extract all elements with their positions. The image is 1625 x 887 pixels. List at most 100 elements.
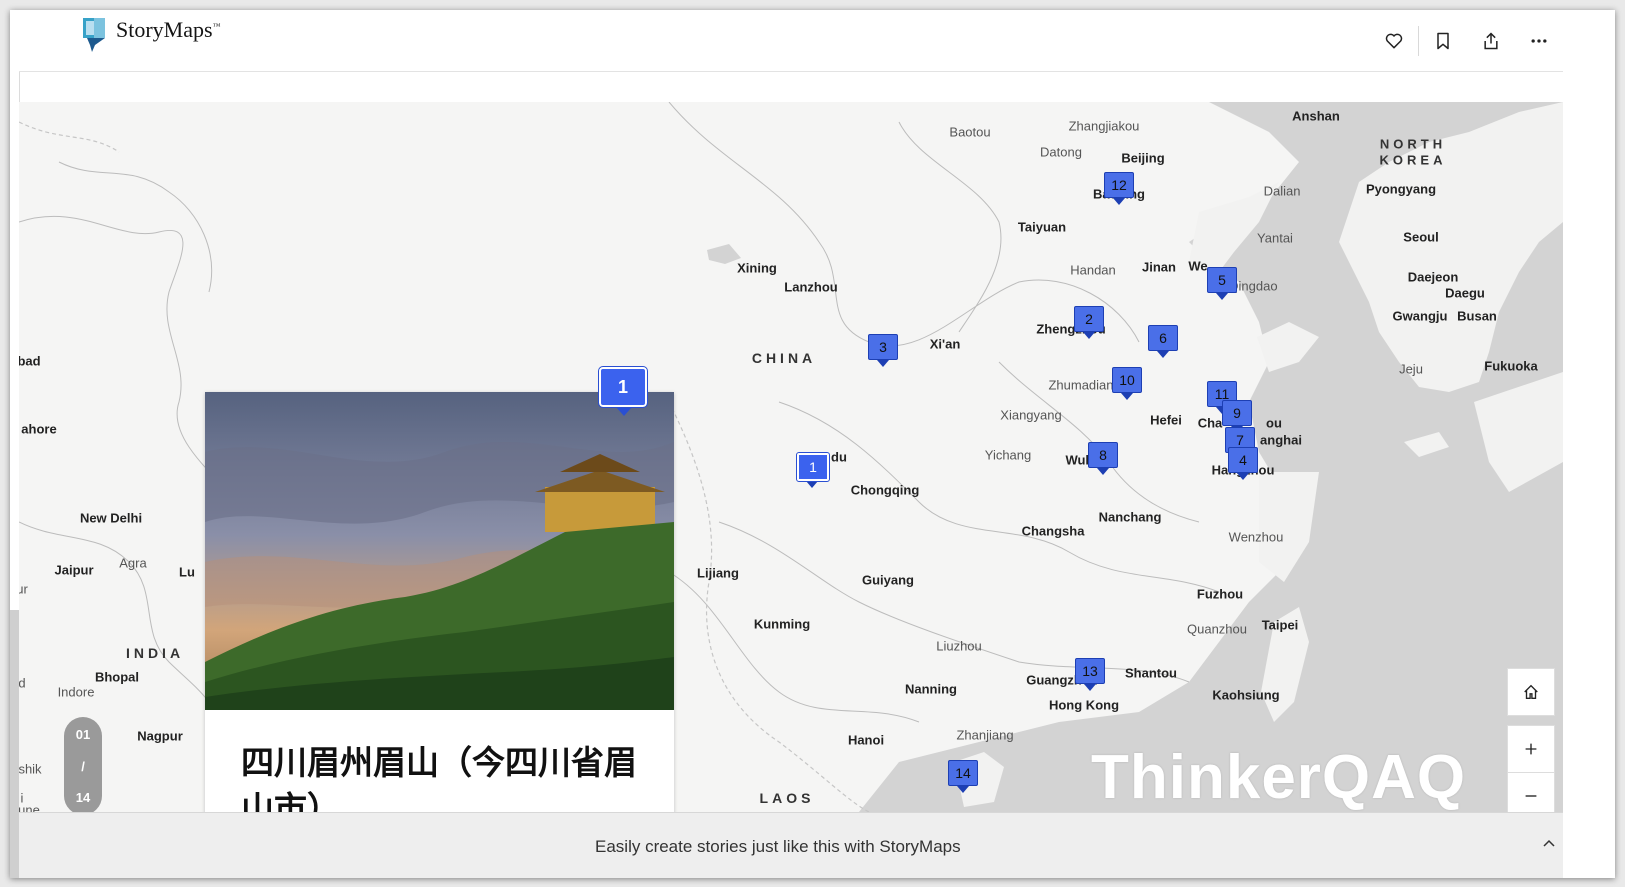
map-marker-9[interactable]: 9 <box>1222 400 1252 433</box>
city-label: Wenzhou <box>1228 529 1284 545</box>
marker-number: 2 <box>1074 306 1104 332</box>
bookmark-button[interactable] <box>1419 17 1467 65</box>
right-edge <box>1563 10 1615 878</box>
city-label: ou <box>1266 415 1282 431</box>
city-label: Zhanjiang <box>956 727 1014 743</box>
city-label: Agra <box>119 555 147 571</box>
marker-number: 12 <box>1104 172 1134 198</box>
favorite-button[interactable] <box>1370 17 1418 65</box>
more-icon <box>1531 38 1547 43</box>
city-label: Jeju <box>1399 361 1423 377</box>
marker-number: 1 <box>796 452 830 482</box>
city-label: Liuzhou <box>936 638 982 654</box>
card-title: 四川眉州眉山（今四川省眉山市） <box>241 743 637 812</box>
map-marker-13[interactable]: 13 <box>1075 658 1105 691</box>
city-label: Taipei <box>1261 617 1299 633</box>
city-label: Anshan <box>1292 108 1340 124</box>
city-label: du <box>831 449 847 465</box>
story-card[interactable]: 四川眉州眉山（今四川省眉山市） <box>205 392 674 812</box>
marker-tail <box>1084 684 1096 691</box>
city-label: Zhangjiakou <box>1068 118 1140 134</box>
city-label: Hong Kong <box>1048 697 1120 713</box>
heart-icon <box>1385 33 1403 48</box>
marker-number: 9 <box>1222 400 1252 426</box>
marker-number: 6 <box>1148 325 1178 351</box>
city-label: Datong <box>1040 144 1082 160</box>
city-label: Jaipur <box>54 562 94 578</box>
city-label: ur <box>19 581 28 597</box>
city-label: Lanzhou <box>784 279 838 295</box>
city-label: Bhopal <box>94 669 140 685</box>
share-icon <box>1484 31 1498 49</box>
story-map[interactable]: AnshanBaotouZhangjiakouDatongBeijingBaod… <box>19 102 1563 812</box>
city-label: Quanzhou <box>1187 621 1247 637</box>
marker-tail <box>1216 293 1228 300</box>
marker-tail <box>806 481 818 488</box>
city-label: Nanchang <box>1098 509 1162 525</box>
city-label: Lu <box>179 564 195 580</box>
city-label: Zhumadian <box>1048 377 1114 393</box>
header-actions <box>1370 10 1563 71</box>
zoom-out-button[interactable] <box>1507 772 1555 812</box>
pager-separator: / <box>81 758 85 774</box>
storymaps-footer[interactable]: Easily create stories just like this wit… <box>19 812 1563 878</box>
more-button[interactable] <box>1515 17 1563 65</box>
map-marker-3[interactable]: 3 <box>868 334 898 367</box>
pager-total: 14 <box>75 790 91 805</box>
city-label: Jinan <box>1142 259 1176 275</box>
storymaps-logo-icon <box>83 18 105 52</box>
marker-tail <box>1121 393 1133 400</box>
city-label: Daejeon <box>1407 269 1459 285</box>
marker-number: 8 <box>1088 442 1118 468</box>
city-label: Chongqing <box>850 482 920 498</box>
share-button[interactable] <box>1467 17 1515 65</box>
marker-tail <box>1113 198 1125 205</box>
card-marker[interactable]: 1 <box>598 366 649 421</box>
city-label: Guiyang <box>861 572 915 588</box>
country-label-china: CHINA <box>751 350 817 366</box>
map-marker-8[interactable]: 8 <box>1088 442 1118 475</box>
city-label: anghai <box>1260 432 1302 448</box>
map-marker-6[interactable]: 6 <box>1148 325 1178 358</box>
city-label: Hefei <box>1150 412 1182 428</box>
map-marker-10[interactable]: 10 <box>1112 367 1142 400</box>
map-marker-5[interactable]: 5 <box>1207 267 1237 300</box>
map-marker-2[interactable]: 2 <box>1074 306 1104 339</box>
city-label: Xiangyang <box>1000 407 1062 423</box>
map-marker-4[interactable]: 4 <box>1228 447 1258 480</box>
map-marker-14[interactable]: 14 <box>948 760 978 793</box>
country-label-north: NORTH <box>1379 136 1447 152</box>
city-label: Yantai <box>1257 230 1293 246</box>
marker-number: 10 <box>1112 367 1142 393</box>
city-label: Nanning <box>905 681 957 697</box>
marker-tail <box>877 360 889 367</box>
city-label: Gwangju <box>1392 308 1448 324</box>
city-label: Dalian <box>1263 183 1301 199</box>
city-label: Kaohsiung <box>1212 687 1280 703</box>
city-label: Daegu <box>1445 285 1485 301</box>
zoom-in-button[interactable] <box>1507 725 1555 773</box>
city-label: We <box>1188 258 1208 274</box>
city-label: Busan <box>1457 308 1497 324</box>
marker-number: 4 <box>1228 447 1258 473</box>
bookmark-icon <box>1437 32 1449 49</box>
city-label: bad <box>19 353 41 369</box>
city-label: Lijiang <box>697 565 739 581</box>
home-button[interactable] <box>1507 668 1555 716</box>
city-label: Yichang <box>984 447 1032 463</box>
storymaps-logo[interactable]: StoryMaps™ <box>82 17 220 53</box>
marker-number: 14 <box>948 760 978 786</box>
map-marker-12[interactable]: 12 <box>1104 172 1134 205</box>
city-label: Fukuoka <box>1484 358 1538 374</box>
city-label: Taiyuan <box>1017 219 1067 235</box>
zoom-out-icon <box>1525 795 1537 797</box>
top-header: StoryMaps™ <box>19 10 1563 72</box>
city-label: ahore <box>21 421 57 437</box>
chevron-up-icon[interactable] <box>1541 835 1557 851</box>
story-pager[interactable]: 01 / 14 <box>64 717 102 812</box>
browser-window: StoryMaps™ Anshan Baotou Zhangjiakou Dat… <box>10 10 1615 878</box>
map-marker-1[interactable]: 1 <box>796 452 830 488</box>
marker-number: 13 <box>1075 658 1105 684</box>
city-label: shik <box>19 761 42 777</box>
card-marker-number: 1 <box>598 366 648 408</box>
